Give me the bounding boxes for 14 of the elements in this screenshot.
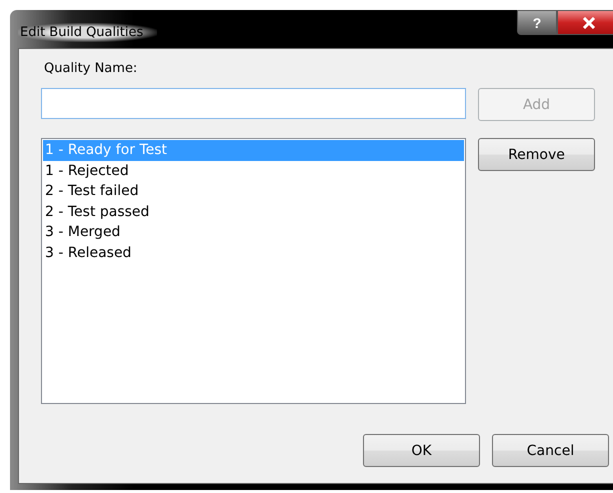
quality-name-field[interactable] <box>41 88 466 119</box>
list-item[interactable]: 3 - Released <box>43 242 464 263</box>
list-item[interactable]: 2 - Test passed <box>43 202 464 222</box>
field-label: Quality Name: <box>44 61 138 76</box>
list-item[interactable]: 2 - Test failed <box>43 181 464 202</box>
list-item[interactable]: 3 - Merged <box>43 222 464 242</box>
list-item[interactable]: 1 - Rejected <box>43 160 464 181</box>
help-button[interactable]: ? <box>517 10 557 35</box>
cancel-button[interactable]: Cancel <box>492 434 609 467</box>
close-icon <box>582 16 596 28</box>
ok-button[interactable]: OK <box>363 434 480 467</box>
window-title: Edit Build Qualities <box>18 23 158 42</box>
remove-button[interactable]: Remove <box>478 138 595 171</box>
close-button[interactable] <box>557 10 613 35</box>
